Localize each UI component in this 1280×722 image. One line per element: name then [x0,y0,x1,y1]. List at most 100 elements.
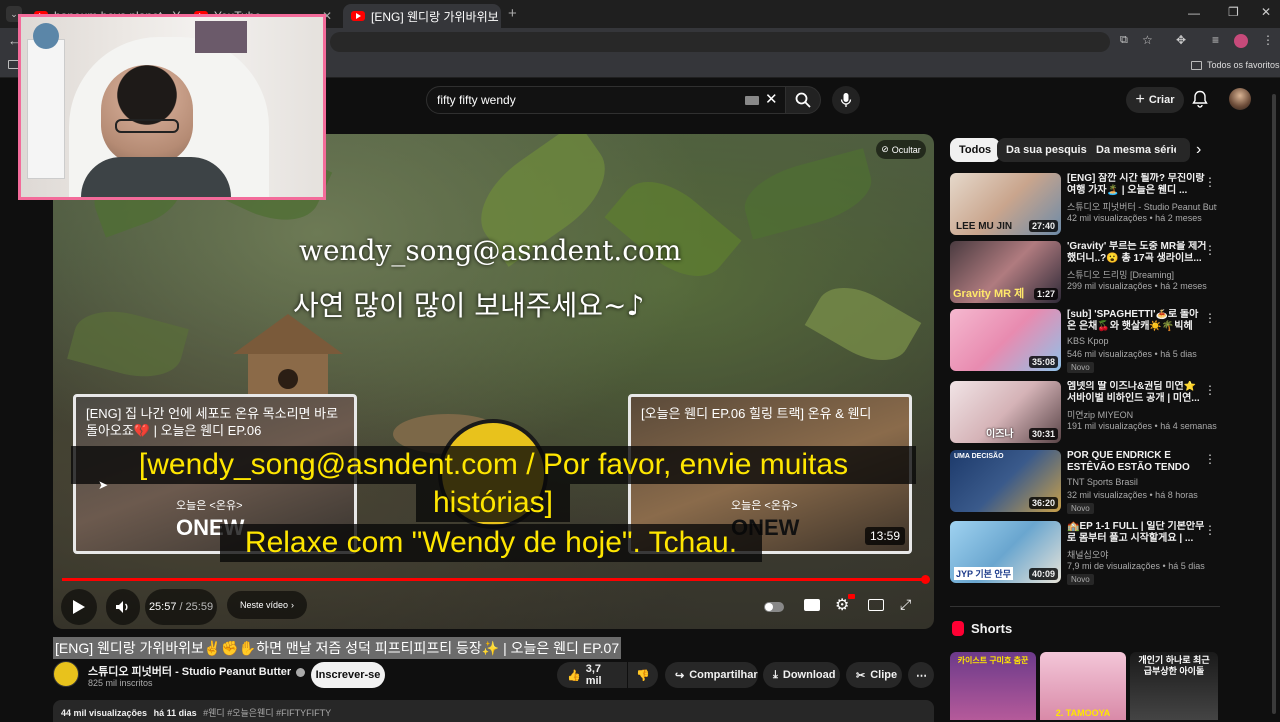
create-button[interactable]: + Criar [1126,87,1184,113]
recommendation-item[interactable]: 35:08 [sub] 'SPAGHETTI'🍝로 돌아온 은채🍒와 햇살캐☀️… [950,309,1220,373]
recommendation-item[interactable]: JYP 기본 안무 40:09 🏫EP 1-1 FULL | 일단 기본안무로 … [950,521,1220,585]
more-vertical-icon[interactable]: ⋮ [1204,311,1216,325]
video-duration: 40:09 [1028,568,1058,580]
browser-tab-active[interactable]: [ENG] 웬디랑 가위바위보✌️✊✋ ✕ [343,4,501,28]
progress-scrubber[interactable] [921,575,930,584]
recommendation-item[interactable]: UMA DECISÃO 36:20 POR QUE ENDRICK E ESTÊ… [950,450,1220,514]
play-button[interactable] [61,589,97,625]
chapter-label: Neste vídeo [239,600,289,610]
notifications-bell-icon[interactable] [1192,90,1208,108]
minimize-window-icon[interactable]: — [1188,6,1200,20]
more-vertical-icon[interactable]: ⋮ [1204,523,1216,537]
shorts-icon [952,621,964,636]
share-button[interactable]: ↪ Compartilhar [665,662,758,688]
endcard-subtitle: 오늘은 <온유> [176,500,243,512]
recommendation-item[interactable]: Gravity MR 제 1:27 'Gravity' 부르는 도중 MR을 제… [950,241,1220,303]
download-button[interactable]: ⤓ Download [763,662,840,688]
bookmark-star-icon[interactable]: ☆ [1142,33,1153,47]
recommendation-item[interactable]: LEE MU JIN 27:40 [ENG] 잠깐 시간 될까? 무진이랑 여행… [950,173,1220,235]
hide-label: Ocultar [891,144,921,155]
handwritten-email: wendy_song@asndent.com [299,234,682,267]
new-tab-icon[interactable]: + [508,5,517,22]
volume-button[interactable] [106,589,140,625]
video-thumbnail: UMA DECISÃO 36:20 [950,450,1061,512]
video-thumbnail: JYP 기본 안무 40:09 [950,521,1061,583]
hide-endcards-button[interactable]: ⊘ Ocultar [876,140,926,159]
extensions-icon[interactable]: ✥ [1176,33,1186,47]
more-vertical-icon[interactable]: ⋮ [1204,243,1216,257]
subscriber-count: 825 mil inscritos [88,678,153,688]
autoplay-toggle[interactable] [759,589,789,625]
handwritten-message: 사연 많이 많이 보내주세요~♪ [293,289,645,322]
subscribe-button[interactable]: Inscrever-se [311,662,385,688]
plush-toy [33,23,59,49]
restore-window-icon[interactable]: ❐ [1228,5,1239,19]
recommendation-channel: 스튜디오 드리밍 [Dreaming] [1067,270,1174,280]
search-input[interactable]: fifty fifty wendy [426,86,786,114]
all-bookmarks-folder-icon[interactable] [1191,61,1202,70]
chapter-button[interactable]: Neste vídeo › [227,591,307,619]
video-title: [ENG] 웬디랑 가위바위보✌️✊✋하면 맨날 저즘 성덕 피프티피프티 등장… [53,637,622,659]
subtitles-icon[interactable] [804,599,820,611]
profile-avatar-icon[interactable] [1234,34,1248,48]
recommendation-title: 🏫EP 1-1 FULL | 일단 기본안무로 몸부터 풀고 시작할게요 | .… [1067,521,1205,544]
search-button[interactable] [785,86,821,114]
theater-mode-icon[interactable] [868,599,884,611]
chip-same-series[interactable]: Da mesma série [1087,138,1189,162]
share-icon: ↪ [675,669,685,682]
channel-name[interactable]: 스튜디오 피넛버터 - Studio Peanut Butter [88,663,306,679]
short-thumbnail[interactable]: 개인기 하나로 최근 급부상한 아이돌 [1130,652,1218,720]
like-count: 3,7 mil [585,663,602,687]
chip-overflow[interactable] [1176,138,1190,162]
page-scrollbar[interactable] [1272,94,1276,714]
cast-icon[interactable]: ⧉ [1120,34,1128,47]
chevron-right-icon: › [291,600,295,610]
more-vertical-icon[interactable]: ⋮ [1204,383,1216,397]
recommendation-item[interactable]: 이즈나 30:31 엠넷의 딸 이즈나&권딤 미연⭐ 서바이벌 비하인드 공개 … [950,381,1220,443]
hashtags[interactable]: #웬디 #오늘은웬디 #FIFTYFIFTY [203,708,331,718]
glasses [115,119,179,133]
user-avatar[interactable] [1229,88,1251,110]
video-player[interactable]: wendy_song@asndent.com 사연 많이 많이 보내주세요~♪ … [53,134,934,629]
short-thumbnail[interactable]: 카이스트 구미호 춤꾼 [950,652,1036,720]
mouse-cursor-icon: ➤ [98,478,109,492]
time-display: 25:57 / 25:59 [145,589,217,625]
short-text: 개인기 하나로 최근 급부상한 아이돌 [1138,655,1210,676]
short-thumbnail[interactable]: 2. TAMOOYA [1040,652,1126,720]
more-actions-button[interactable]: ⋯ [908,662,934,688]
thumbs-down-icon: 👎 [636,669,650,682]
reading-list-icon[interactable]: ≡ [1212,33,1219,47]
plus-icon: + [1135,91,1145,108]
recommendation-title: [ENG] 잠깐 시간 될까? 무진이랑 여행 가자🏝️ | 오늘은 웬디 ..… [1067,173,1205,196]
progress-bar-fill [62,578,925,581]
endcard-title: [오늘은 웬디 EP.06 힐링 트랙] 온유 & 웬디 [641,406,872,421]
chip-all[interactable]: Todos [950,138,1001,162]
more-vertical-icon[interactable]: ⋮ [1204,452,1216,466]
more-vertical-icon[interactable]: ⋮ [1204,175,1216,189]
video-duration: 1:27 [1033,288,1058,300]
new-badge: Novo [1067,503,1094,514]
thumbnail-text: JYP 기본 안무 [954,567,1013,580]
recommendation-title: [sub] 'SPAGHETTI'🍝로 돌아온 은채🍒와 햇살캐☀️🌴빅헤즈..… [1067,309,1199,332]
progress-bar[interactable] [62,575,930,584]
browser-menu-icon[interactable]: ⋮ [1262,33,1274,47]
caption-line-3: Relaxe com "Wendy de hoje". Tchau. [220,524,762,562]
voice-search-button[interactable] [832,86,860,114]
keyboard-icon[interactable] [745,96,759,105]
hd-badge [848,594,855,599]
new-badge: Novo [1067,362,1094,373]
fullscreen-icon[interactable]: ⤢ [900,596,911,613]
clip-button[interactable]: ✂ Clipe [846,662,902,688]
close-window-icon[interactable]: ✕ [1261,5,1271,19]
volume-icon [116,601,128,613]
view-count: 44 mil visualizações [61,708,148,718]
description-box[interactable]: 44 mil visualizações há 11 dias #웬디 #오늘은… [53,700,934,722]
like-button[interactable]: 👍 3,7 mil [557,662,627,688]
channel-avatar[interactable] [53,661,79,687]
dislike-button[interactable]: 👎 [628,662,658,688]
recommendation-title: POR QUE ENDRICK E ESTÊVÃO ESTÃO TENDO RE… [1067,450,1190,473]
clear-search-icon[interactable]: ✕ [765,90,778,108]
address-bar[interactable] [330,32,1110,52]
chevron-right-icon[interactable]: › [1196,141,1201,159]
all-bookmarks-label[interactable]: Todos os favoritos [1207,60,1280,70]
